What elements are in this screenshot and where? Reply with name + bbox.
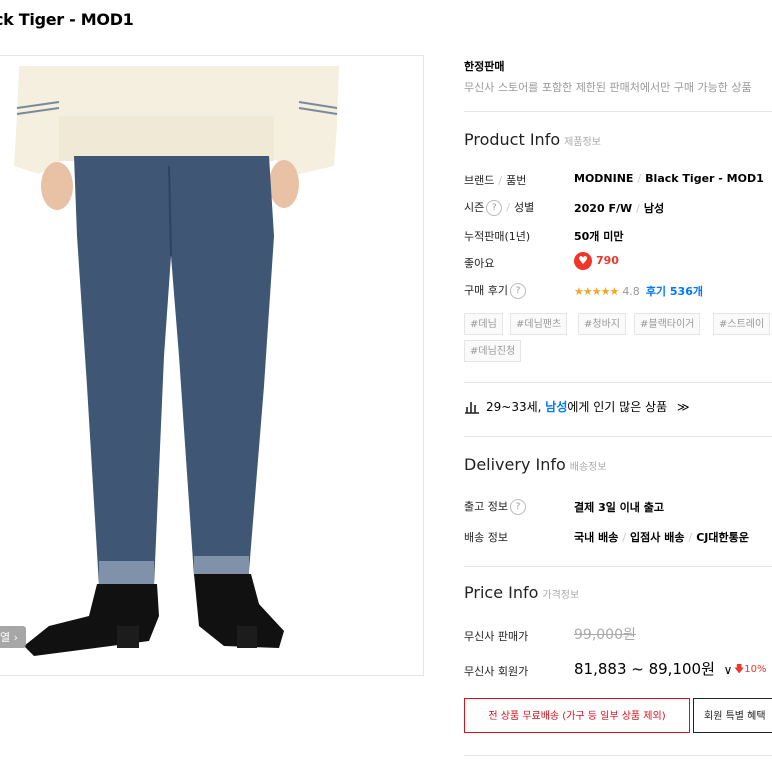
brand-label: 브랜드 <box>464 174 495 187</box>
member-price-label: 무신사 회원가 <box>464 665 529 678</box>
zoom-label: 열 <box>0 631 11 644</box>
sale-price-label: 무신사 판매가 <box>464 630 529 643</box>
gender-value: 남성 <box>643 202 665 215</box>
help-icon[interactable]: ? <box>509 283 526 299</box>
popularity-age: 29~33세, <box>486 400 542 414</box>
limited-title: 한정판매 <box>464 60 505 73</box>
price-info-title: Price Info 가격정보 <box>464 583 579 602</box>
ship-label-row: 출고 정보? <box>464 498 526 515</box>
review-label-row: 구매 후기? <box>464 282 526 299</box>
heart-icon[interactable]: ♥ <box>574 252 592 270</box>
review-row: ★★★★★ 4.8 후기 536개 <box>574 283 703 299</box>
delivery-vendor: 입점사 배송 <box>630 531 685 544</box>
member-benefit-button[interactable]: 회원 특별 혜택 <box>693 698 772 733</box>
review-label: 구매 후기 <box>464 284 508 297</box>
likes-count: 790 <box>596 254 619 267</box>
rating-value: 4.8 <box>622 285 640 298</box>
arrow-down-icon: 🡇 <box>734 664 745 675</box>
season-value-row: 2020 F/W / 남성 <box>574 202 665 215</box>
bar-chart-icon <box>465 402 479 414</box>
brand-link[interactable]: MODNINE <box>574 172 633 185</box>
jeans-photo <box>14 66 339 656</box>
popularity-suffix: 에게 인기 많은 상품 <box>567 400 668 414</box>
discount-value: 10% <box>744 664 767 675</box>
season-label-row: 시즌? / 성별 <box>464 200 535 216</box>
ship-value: 결제 3일 이내 출고 <box>574 501 664 514</box>
gender-label: 성별 <box>513 201 535 214</box>
tag-chip[interactable]: #데님 <box>464 313 503 335</box>
tag-chip[interactable]: #청바지 <box>578 313 626 335</box>
likes-label: 좋아요 <box>464 257 495 270</box>
brand-label-row: 브랜드 / 품번 <box>464 174 527 187</box>
price-info-heading: Price Info <box>464 583 539 602</box>
likes-row: ♥ 790 <box>574 252 619 270</box>
season-label: 시즌 <box>464 201 485 214</box>
help-icon[interactable]: ? <box>509 499 526 515</box>
divider <box>464 436 772 437</box>
delivery-domestic: 국내 배송 <box>574 531 619 544</box>
brand-value-row: MODNINE / Black Tiger - MOD1 <box>574 172 764 185</box>
item-number: Black Tiger - MOD1 <box>645 172 764 185</box>
tag-chip[interactable]: #데님팬츠 <box>510 313 568 335</box>
ship-label: 출고 정보 <box>464 500 508 513</box>
delivery-info-heading: Delivery Info <box>464 455 566 474</box>
delivery-info-title: Delivery Info 배송정보 <box>464 455 607 474</box>
tag-chip[interactable]: #스트레이 <box>713 313 771 335</box>
product-info-subtitle: 제품정보 <box>564 137 601 148</box>
limited-desc: 무신사 스토어를 포함한 제한된 판매처에서만 구매 가능한 상품 <box>464 81 752 94</box>
product-title: ck Tiger - MOD1 <box>0 10 134 29</box>
sale-price: 99,000원 <box>574 627 636 643</box>
sales-value: 50개 미만 <box>574 230 624 243</box>
discount-badge: 🡇10% <box>734 662 767 679</box>
price-info-subtitle: 가격정보 <box>542 590 580 601</box>
divider <box>464 382 772 383</box>
divider <box>464 111 772 112</box>
free-shipping-button[interactable]: 전 상품 무료배송 (가구 등 일부 상품 제외) <box>464 698 690 733</box>
chevron-right-icon: › <box>13 631 19 644</box>
delivery-carrier: CJ대한통운 <box>696 531 749 544</box>
product-image[interactable] <box>0 55 424 676</box>
product-info-heading: Product Info <box>464 130 561 149</box>
item-label: 품번 <box>506 174 527 187</box>
divider <box>464 755 772 756</box>
help-icon[interactable]: ? <box>486 200 503 216</box>
chevron-down-icon: ∨ <box>723 663 733 677</box>
delivery-label: 배송 정보 <box>464 531 508 544</box>
popularity-gender: 남성 <box>545 400 568 414</box>
star-rating-icon: ★★★★★ <box>574 285 619 298</box>
review-count-link[interactable]: 후기 536개 <box>646 285 703 298</box>
season-value: 2020 F/W <box>574 202 633 215</box>
delivery-value-row: 국내 배송 / 입점사 배송 / CJ대한통운 <box>574 531 749 544</box>
popularity-row[interactable]: 29~33세, 남성에게 인기 많은 상품 ≫ <box>464 398 690 415</box>
tag-chip[interactable]: #블랙타이거 <box>634 313 701 335</box>
divider <box>464 566 772 567</box>
double-chevron-down-icon: ≫ <box>676 400 690 414</box>
delivery-info-subtitle: 배송정보 <box>569 462 607 473</box>
sales-label: 누적판매(1년) <box>464 230 531 243</box>
member-price: 81,883 ~ 89,100원 <box>574 660 715 678</box>
product-info-title: Product Info 제품정보 <box>464 130 601 149</box>
member-price-row[interactable]: 81,883 ~ 89,100원 ∨ <box>574 658 732 679</box>
zoom-badge[interactable]: 열 › <box>0 626 27 648</box>
tag-chip[interactable]: #데님진청 <box>464 340 522 362</box>
